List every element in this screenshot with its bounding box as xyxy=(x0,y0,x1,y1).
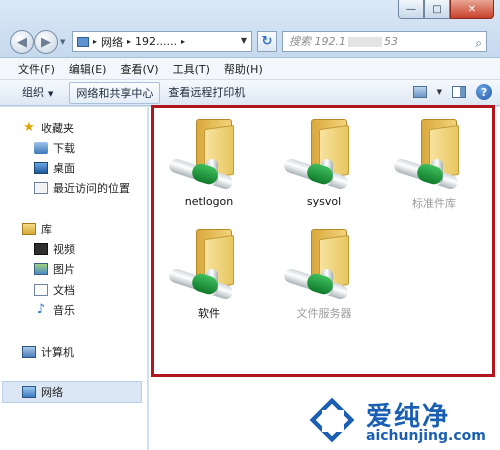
view-controls: ▼ ? xyxy=(412,84,492,100)
share-file-server[interactable]: 文件服务器 xyxy=(281,225,367,325)
maximize-button[interactable]: □ xyxy=(424,0,450,19)
sidebar-libraries-label: 库 xyxy=(41,223,52,236)
search-placeholder-start: 搜索 192.1 xyxy=(289,35,346,48)
sidebar-item-pictures[interactable]: 图片 xyxy=(34,260,75,278)
address-dropdown-icon[interactable]: ▼ xyxy=(241,36,247,45)
breadcrumb-separator-icon[interactable]: ▸ xyxy=(93,37,97,46)
share-label: netlogon xyxy=(184,195,234,208)
sidebar-favorites-label: 收藏夹 xyxy=(41,122,74,135)
menu-file[interactable]: 文件(F) xyxy=(18,61,55,77)
sidebar-item-documents[interactable]: 文档 xyxy=(34,281,75,299)
back-button[interactable]: ◀ xyxy=(10,30,34,54)
share-software[interactable]: 软件 xyxy=(166,225,252,325)
library-icon xyxy=(22,223,36,235)
computer-icon xyxy=(22,346,36,358)
downloads-icon xyxy=(34,142,48,154)
pictures-icon xyxy=(34,263,48,275)
menu-view[interactable]: 查看(V) xyxy=(120,61,158,77)
sidebar-item-label: 最近访问的位置 xyxy=(53,182,130,195)
network-icon xyxy=(22,386,36,398)
window-controls: — □ ✕ xyxy=(398,0,494,19)
chevron-down-icon: ▼ xyxy=(48,89,54,98)
share-sysvol[interactable]: sysvol xyxy=(281,115,367,215)
sidebar-item-label: 图片 xyxy=(53,263,75,276)
search-input[interactable]: 搜索 192.1 53 ⌕ xyxy=(282,31,487,52)
sidebar-item-videos[interactable]: 视频 xyxy=(34,240,75,258)
sidebar-item-recent-places[interactable]: 最近访问的位置 xyxy=(34,179,130,197)
address-bar[interactable]: ▸ 网络 ▸ 192...... ▸ ▼ xyxy=(72,31,252,52)
music-note-icon: ♪ xyxy=(36,302,46,317)
share-netlogon[interactable]: netlogon xyxy=(166,115,252,215)
share-label: 文件服务器 xyxy=(296,307,352,320)
view-dropdown-icon[interactable]: ▼ xyxy=(437,88,442,96)
sidebar-item-label: 音乐 xyxy=(53,304,75,317)
sidebar-item-downloads[interactable]: 下载 xyxy=(34,139,75,157)
menu-edit[interactable]: 编辑(E) xyxy=(69,61,107,77)
minimize-button[interactable]: — xyxy=(398,0,424,19)
sidebar-item-label: 下载 xyxy=(53,142,75,155)
sidebar-item-label: 文档 xyxy=(53,284,75,297)
breadcrumb-network[interactable]: 网络 xyxy=(101,34,123,50)
sidebar-item-label: 网络 xyxy=(41,386,63,399)
blurred-region xyxy=(348,37,382,47)
document-icon xyxy=(34,284,48,296)
recent-pages-dropdown-icon[interactable]: ▼ xyxy=(60,38,65,46)
watermark-url: aichunjing.com xyxy=(366,428,486,444)
title-bar: — □ ✕ ◀ ▶ ▼ ▸ 网络 ▸ 192...... ▸ ▼ ↻ 搜索 19… xyxy=(0,0,500,58)
breadcrumb-host[interactable]: 192...... xyxy=(135,35,177,48)
video-icon xyxy=(34,243,48,255)
sidebar-favorites-header[interactable]: ★ 收藏夹 xyxy=(22,119,74,137)
share-label: sysvol xyxy=(306,195,342,208)
watermark: 爱纯净 aichunjing.com xyxy=(300,392,500,450)
share-standard-parts[interactable]: 标准件库 xyxy=(391,115,477,215)
refresh-button[interactable]: ↻ xyxy=(257,31,277,52)
view-remote-printers-button[interactable]: 查看远程打印机 xyxy=(160,82,253,104)
refresh-icon: ↻ xyxy=(261,34,273,49)
brand-logo-icon xyxy=(306,394,360,446)
desktop-icon xyxy=(34,162,48,174)
sidebar-libraries-header[interactable]: 库 xyxy=(22,220,52,238)
sidebar-item-computer[interactable]: 计算机 xyxy=(22,343,74,361)
sidebar-item-music[interactable]: ♪ 音乐 xyxy=(34,301,75,319)
star-icon: ★ xyxy=(23,120,35,135)
sidebar-item-desktop[interactable]: 桌面 xyxy=(34,159,75,177)
breadcrumb-separator-icon[interactable]: ▸ xyxy=(181,37,185,46)
forward-button[interactable]: ▶ xyxy=(34,30,58,54)
network-location-icon xyxy=(77,36,89,47)
help-icon[interactable]: ? xyxy=(476,84,492,100)
sidebar-item-label: 视频 xyxy=(53,243,75,256)
menu-tools[interactable]: 工具(T) xyxy=(173,61,210,77)
share-label: 软件 xyxy=(198,307,220,320)
share-label: 标准件库 xyxy=(412,197,456,210)
close-button[interactable]: ✕ xyxy=(450,0,494,19)
recent-places-icon xyxy=(34,182,48,194)
forward-arrow-icon: ▶ xyxy=(41,34,51,50)
sidebar-item-network[interactable]: 网络 xyxy=(22,383,63,401)
network-sharing-center-button[interactable]: 网络和共享中心 xyxy=(69,81,161,104)
preview-pane-icon[interactable] xyxy=(452,86,466,98)
search-placeholder-end: 53 xyxy=(384,35,398,48)
search-icon[interactable]: ⌕ xyxy=(475,34,482,53)
command-bar: 组织 ▼ 网络和共享中心 查看远程打印机 ▼ ? xyxy=(0,80,500,106)
sidebar-item-label: 桌面 xyxy=(53,162,75,175)
navigation-pane: ★ 收藏夹 下载 桌面 最近访问的位置 库 视频 图片 文档 ♪ 音乐 计算机 … xyxy=(0,107,148,450)
sidebar-item-label: 计算机 xyxy=(41,346,74,359)
organize-label: 组织 xyxy=(22,85,44,99)
menu-bar: 文件(F) 编辑(E) 查看(V) 工具(T) 帮助(H) xyxy=(0,58,500,80)
organize-button[interactable]: 组织 ▼ xyxy=(14,82,61,104)
breadcrumb-separator-icon[interactable]: ▸ xyxy=(127,37,131,46)
change-view-icon[interactable] xyxy=(412,86,427,98)
menu-help[interactable]: 帮助(H) xyxy=(224,61,263,77)
back-arrow-icon: ◀ xyxy=(17,34,27,50)
